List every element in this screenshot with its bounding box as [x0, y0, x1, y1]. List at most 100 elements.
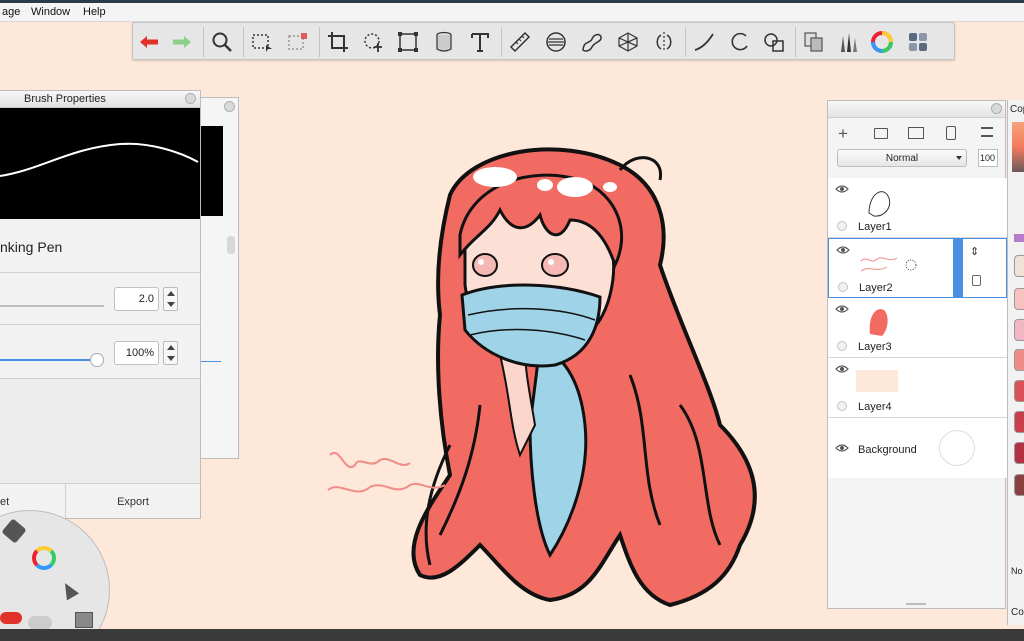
selected-layer-indicator	[953, 239, 963, 297]
size-slider[interactable]	[0, 305, 104, 307]
secondary-panel	[198, 97, 239, 459]
layers-panel-titlebar[interactable]	[828, 101, 1005, 118]
perspective-grid-icon[interactable]	[615, 29, 641, 55]
layer-thumbnail	[866, 304, 890, 338]
marquee-select-icon[interactable]	[249, 29, 275, 55]
color-panel-label-no: No	[1011, 566, 1023, 576]
layer-name: Layer1	[858, 221, 892, 233]
drawing-canvas[interactable]	[300, 125, 800, 615]
brush-panel-close-icon[interactable]	[185, 93, 196, 104]
color-indicator	[1014, 234, 1024, 242]
layer-select-radio[interactable]	[837, 221, 847, 231]
opacity-stepper[interactable]	[163, 341, 178, 365]
size-stepper[interactable]	[163, 287, 178, 311]
layer-select-radio[interactable]	[837, 401, 847, 411]
perspective-icon[interactable]	[395, 29, 421, 55]
french-curve-icon[interactable]	[579, 29, 605, 55]
layers-panel-resize-handle[interactable]	[906, 603, 926, 605]
background-color-swatch[interactable]	[939, 430, 975, 466]
layer-menu-icon[interactable]	[981, 127, 993, 137]
layers-panel: + Normal 100 Layer1 Layer2 ⇕ Layer3 Laye…	[827, 100, 1007, 609]
add-layer-icon[interactable]: +	[838, 124, 848, 144]
color-editor-panel: Cop No Co	[1007, 100, 1024, 625]
menu-help[interactable]: Help	[83, 6, 106, 18]
swatch-4[interactable]	[1014, 349, 1024, 371]
layers-panel-close-icon[interactable]	[991, 103, 1002, 114]
swatch-7[interactable]	[1014, 442, 1024, 464]
layer-row-background[interactable]: Background	[828, 418, 1007, 478]
puck-layer-icon[interactable]	[75, 612, 93, 628]
layer-name: Layer3	[858, 341, 892, 353]
swatch-8[interactable]	[1014, 474, 1024, 496]
lasso-select-icon[interactable]	[285, 29, 311, 55]
visibility-eye-icon[interactable]	[835, 304, 849, 314]
crop-icon[interactable]	[325, 29, 351, 55]
secondary-scrollbar[interactable]	[227, 236, 235, 254]
clear-layer-icon[interactable]	[946, 126, 956, 140]
layer-name: Background	[858, 444, 917, 456]
layer-thumbnail	[856, 370, 898, 392]
opacity-slider[interactable]	[0, 359, 92, 361]
magnify-icon[interactable]	[209, 29, 235, 55]
layer-row-layer1[interactable]: Layer1	[828, 178, 1007, 238]
swatch-5[interactable]	[1014, 380, 1024, 402]
color-panel-label-co: Co	[1011, 607, 1024, 618]
blend-mode-select[interactable]: Normal	[837, 149, 967, 167]
visibility-eye-icon[interactable]	[835, 443, 849, 453]
export-button[interactable]: Export	[66, 484, 200, 520]
swatch-3[interactable]	[1014, 319, 1024, 341]
taskbar	[0, 629, 1024, 641]
swatch-2[interactable]	[1014, 288, 1024, 310]
layer-select-radio[interactable]	[838, 282, 848, 292]
layer-move-icon[interactable]: ⇕	[970, 245, 979, 258]
add-folder-icon[interactable]	[874, 128, 888, 139]
color-wheel-icon[interactable]	[869, 29, 895, 55]
brush-properties-panel: Brush Properties nking Pen 2.0 100% et E…	[0, 90, 201, 520]
transform-icon[interactable]	[360, 29, 386, 55]
visibility-eye-icon[interactable]	[835, 184, 849, 194]
add-image-icon[interactable]	[908, 127, 924, 139]
layer-thumbnail	[864, 183, 894, 219]
layer-opacity-input[interactable]: 100	[978, 149, 998, 167]
visibility-eye-icon[interactable]	[836, 245, 850, 255]
swatches-icon[interactable]	[905, 29, 931, 55]
swatch-6[interactable]	[1014, 411, 1024, 433]
shape-icon[interactable]	[761, 29, 787, 55]
undo-arrow-icon[interactable]	[136, 29, 162, 55]
redo-arrow-icon[interactable]	[169, 29, 195, 55]
opacity-input[interactable]: 100%	[114, 341, 159, 365]
puck-undo-icon[interactable]	[0, 612, 22, 624]
swatch-1[interactable]	[1014, 255, 1024, 277]
layer-row-layer4[interactable]: Layer4	[828, 358, 1007, 418]
size-input[interactable]: 2.0	[114, 287, 159, 311]
layer-lock-icon[interactable]	[972, 275, 981, 286]
menu-bar: age Window Help	[0, 3, 1024, 22]
ellipse-guide-icon[interactable]	[543, 29, 569, 55]
secondary-panel-close-icon[interactable]	[224, 101, 235, 112]
text-icon[interactable]	[467, 29, 493, 55]
puck-color-wheel-icon[interactable]	[32, 546, 56, 570]
layer-name: Layer2	[859, 282, 893, 294]
brush-name: nking Pen	[0, 239, 63, 255]
main-toolbar	[132, 22, 955, 60]
layer-row-layer2[interactable]: Layer2 ⇕	[828, 238, 1007, 298]
color-gradient[interactable]	[1012, 122, 1024, 172]
symmetry-icon[interactable]	[651, 29, 677, 55]
layer-copy-icon[interactable]	[801, 29, 827, 55]
layer-thumbnail	[859, 249, 919, 277]
opacity-slider-handle[interactable]	[90, 353, 104, 367]
ruler-icon[interactable]	[507, 29, 533, 55]
visibility-eye-icon[interactable]	[835, 364, 849, 374]
secondary-preview	[201, 126, 223, 216]
layer-row-layer3[interactable]: Layer3	[828, 298, 1007, 358]
brush-panel-titlebar[interactable]: Brush Properties	[0, 91, 200, 108]
brush-stroke-preview	[0, 108, 200, 219]
puck-redo-icon[interactable]	[28, 616, 52, 630]
stroke-line-icon[interactable]	[691, 29, 717, 55]
fill-bucket-icon[interactable]	[431, 29, 457, 55]
layer-select-radio[interactable]	[837, 341, 847, 351]
menu-window[interactable]: Window	[31, 6, 70, 18]
ellipse-icon[interactable]	[727, 29, 753, 55]
menu-image[interactable]: age	[2, 6, 20, 18]
brush-library-icon[interactable]	[835, 29, 861, 55]
